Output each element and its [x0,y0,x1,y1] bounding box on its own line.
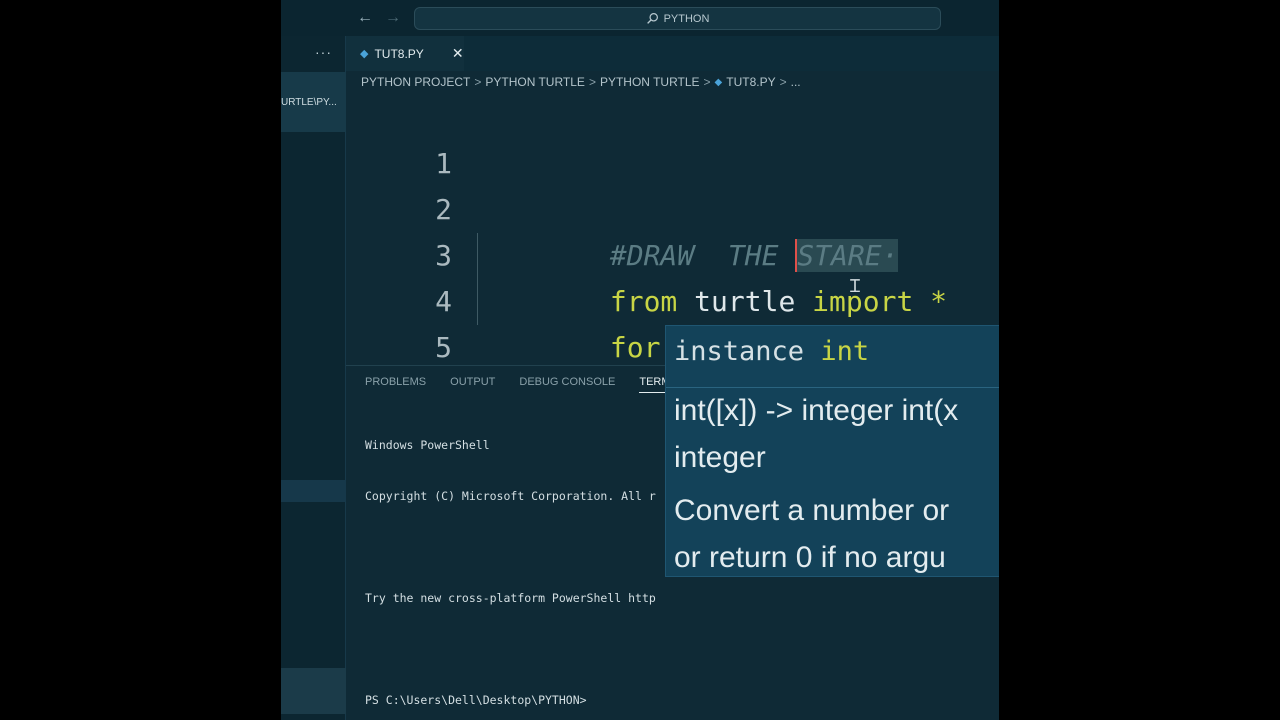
sidebar-file-label[interactable]: URTLE\PY... [281,97,346,108]
tab-label: TUT8.PY [374,46,424,61]
back-arrow-icon[interactable]: ← [357,9,373,27]
code-line[interactable]: 5 right(144) [346,279,999,364]
search-icon [646,13,658,24]
hover-description: Convert a number or [674,494,950,527]
breadcrumb-separator: > [703,75,711,89]
terminal-line: Try the new cross-platform PowerShell ht… [365,591,656,605]
breadcrumb-item[interactable]: PYTHON TURTLE [485,75,585,89]
sidebar-row[interactable] [281,480,346,502]
vscode-window: ← → PYTHON ··· URTLE\PY... ◆ TUT8.PY ✕ P… [281,0,999,720]
text-cursor-icon: Ɪ [850,276,861,296]
breadcrumb-item[interactable]: PYTHON PROJECT [361,75,470,89]
hover-divider [666,387,999,388]
breadcrumb-separator: > [588,75,596,89]
breadcrumb: PYTHON PROJECT > PYTHON TURTLE > PYTHON … [361,75,801,89]
code-line[interactable]: 2 from turtle import * [346,141,999,318]
breadcrumb-item[interactable]: ... [791,75,801,89]
terminal-output[interactable]: Windows PowerShell Copyright (C) Microso… [365,403,656,720]
hover-function-signature: int([x]) -> integer int(x [674,394,959,427]
editor-tab-bar: ◆ TUT8.PY ✕ [346,36,999,71]
tab-debug-console[interactable]: DEBUG CONSOLE [519,376,615,393]
python-file-icon: ◆ [360,48,369,60]
breadcrumb-item[interactable]: PYTHON TURTLE [600,75,700,89]
close-icon[interactable]: ✕ [452,45,464,62]
title-bar: ← → PYTHON [281,0,999,36]
terminal-line: Windows PowerShell [365,438,490,452]
breadcrumb-item[interactable]: TUT8.PY [726,75,775,89]
code-line[interactable]: 3 for i in range(5): [346,187,999,364]
hover-return-type: integer [674,441,766,474]
terminal-line: Copyright (C) Microsoft Corporation. All… [365,489,656,503]
tab-tut8-py[interactable]: ◆ TUT8.PY ✕ [346,36,464,71]
code-line[interactable]: 1 #DRAW THE STARE· [346,95,999,272]
more-actions-icon[interactable]: ··· [315,44,332,60]
terminal-prompt: PS C:\Users\Dell\Desktop\PYTHON> [365,693,587,707]
tab-output[interactable]: OUTPUT [450,376,495,393]
tab-problems[interactable]: PROBLEMS [365,376,426,393]
hover-tooltip: instance int int([x]) -> integer int(x i… [665,325,999,577]
panel-tabs: PROBLEMS OUTPUT DEBUG CONSOLE TERMINA [365,376,713,393]
code-line[interactable]: 4 forward(200) [346,233,999,318]
explorer-sidebar: ··· URTLE\PY... [281,36,346,720]
forward-arrow-icon[interactable]: → [385,9,401,27]
python-file-icon: ◆ [714,76,723,88]
search-text: PYTHON [663,12,710,25]
hover-sig-kind: instance [674,336,821,367]
hover-sig-type: int [820,336,870,367]
hover-description: or return 0 if no argu [674,541,946,574]
hover-signature: instance int [674,336,869,367]
breadcrumb-separator: > [474,75,482,89]
command-search-box[interactable]: PYTHON [414,7,941,30]
sidebar-bottom-section[interactable] [281,668,346,714]
breadcrumb-separator: > [779,75,787,89]
